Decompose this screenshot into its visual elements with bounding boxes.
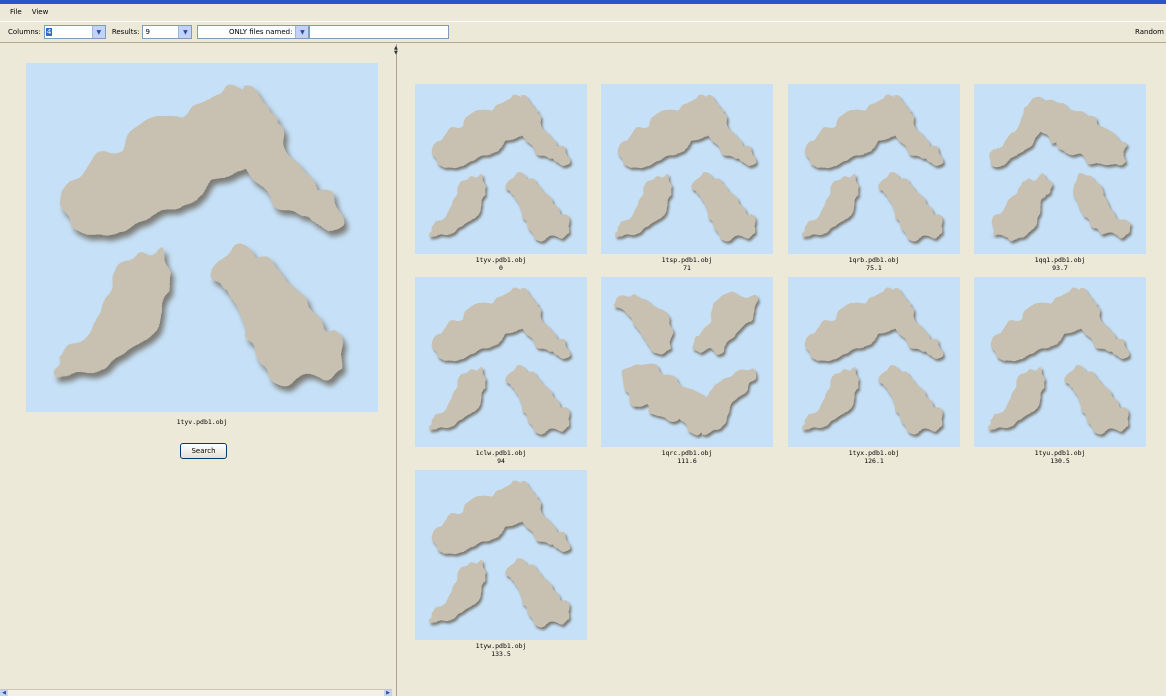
result-score: 0 bbox=[499, 264, 503, 272]
result-card[interactable]: 1tyu.pdb1.obj 130.5 bbox=[974, 277, 1146, 465]
result-score: 130.5 bbox=[1050, 457, 1070, 465]
split-divider[interactable] bbox=[396, 44, 397, 696]
result-card[interactable]: 1tyv.pdb1.obj 0 bbox=[415, 84, 587, 272]
result-thumbnail[interactable] bbox=[415, 470, 587, 640]
scroll-right-icon[interactable]: ▶ bbox=[384, 690, 392, 696]
query-image bbox=[26, 63, 378, 412]
protein-surface-image bbox=[55, 89, 344, 380]
chevron-down-icon[interactable]: ▼ bbox=[295, 26, 309, 38]
results-grid: 1tyv.pdb1.obj 0 1tsp.pdb1.obj 71 1qrb.pd… bbox=[398, 44, 1166, 696]
menu-file[interactable]: File bbox=[10, 8, 22, 16]
search-button[interactable]: Search bbox=[180, 443, 227, 459]
only-files-input[interactable] bbox=[309, 25, 450, 39]
result-filename: 1tyx.pdb1.obj bbox=[848, 449, 900, 457]
result-card[interactable]: 1tyw.pdb1.obj 133.5 bbox=[415, 470, 587, 658]
toolbar: Columns: 4 ▼ Results: 9 ▼ ONLY files nam… bbox=[0, 21, 1166, 43]
columns-label: Columns: bbox=[8, 28, 41, 36]
result-thumbnail[interactable] bbox=[415, 84, 587, 254]
result-filename: 1clw.pdb1.obj bbox=[475, 449, 527, 457]
app-window: File View Columns: 4 ▼ Results: 9 ▼ ONLY… bbox=[0, 0, 1166, 696]
columns-value: 4 bbox=[45, 28, 53, 36]
result-card[interactable]: 1qrc.pdb1.obj 111.6 bbox=[601, 277, 773, 465]
chevron-down-icon[interactable]: ▼ bbox=[178, 26, 192, 38]
result-thumbnail[interactable] bbox=[974, 277, 1146, 447]
result-filename: 1tsp.pdb1.obj bbox=[661, 256, 713, 264]
result-thumbnail[interactable] bbox=[415, 277, 587, 447]
scroll-left-icon[interactable]: ◀ bbox=[0, 690, 8, 696]
result-thumbnail[interactable] bbox=[788, 84, 960, 254]
result-score: 93.7 bbox=[1052, 264, 1068, 272]
menu-bar: File View bbox=[0, 4, 1166, 20]
random-label[interactable]: Random bbox=[1135, 28, 1164, 36]
result-card[interactable]: 1tyx.pdb1.obj 126.1 bbox=[788, 277, 960, 465]
result-thumbnail[interactable] bbox=[974, 84, 1146, 254]
results-label: Results: bbox=[111, 28, 140, 36]
result-card[interactable]: 1clw.pdb1.obj 94 bbox=[415, 277, 587, 465]
query-filename: 1tyv.pdb1.obj bbox=[176, 418, 228, 426]
result-filename: 1tyu.pdb1.obj bbox=[1034, 449, 1086, 457]
result-score: 94 bbox=[497, 457, 505, 465]
result-filename: 1qq1.pdb1.obj bbox=[1034, 256, 1086, 264]
results-select[interactable]: 9 ▼ bbox=[142, 25, 193, 39]
menu-view[interactable]: View bbox=[32, 8, 49, 16]
results-value: 9 bbox=[145, 28, 150, 36]
result-card[interactable]: 1qrb.pdb1.obj 75.1 bbox=[788, 84, 960, 272]
result-filename: 1tyv.pdb1.obj bbox=[475, 256, 527, 264]
only-files-filter: ONLY files named: ▼ bbox=[197, 25, 310, 39]
result-card[interactable]: 1tsp.pdb1.obj 71 bbox=[601, 84, 773, 272]
query-panel: 1tyv.pdb1.obj Search ◀ ▶ bbox=[0, 44, 396, 696]
columns-select[interactable]: 4 ▼ bbox=[43, 25, 106, 39]
result-score: 71 bbox=[683, 264, 691, 272]
result-score: 111.6 bbox=[677, 457, 697, 465]
only-files-label: ONLY files named: bbox=[229, 28, 293, 36]
result-thumbnail[interactable] bbox=[788, 277, 960, 447]
result-thumbnail[interactable] bbox=[601, 277, 773, 447]
result-score: 133.5 bbox=[491, 650, 511, 658]
result-card[interactable]: 1qq1.pdb1.obj 93.7 bbox=[974, 84, 1146, 272]
result-score: 126.1 bbox=[864, 457, 884, 465]
horizontal-scrollbar[interactable]: ◀ ▶ bbox=[0, 689, 392, 696]
result-filename: 1tyw.pdb1.obj bbox=[475, 642, 527, 650]
result-score: 75.1 bbox=[866, 264, 882, 272]
chevron-down-icon[interactable]: ▼ bbox=[91, 26, 105, 38]
result-filename: 1qrc.pdb1.obj bbox=[661, 449, 713, 457]
result-thumbnail[interactable] bbox=[601, 84, 773, 254]
result-filename: 1qrb.pdb1.obj bbox=[848, 256, 900, 264]
